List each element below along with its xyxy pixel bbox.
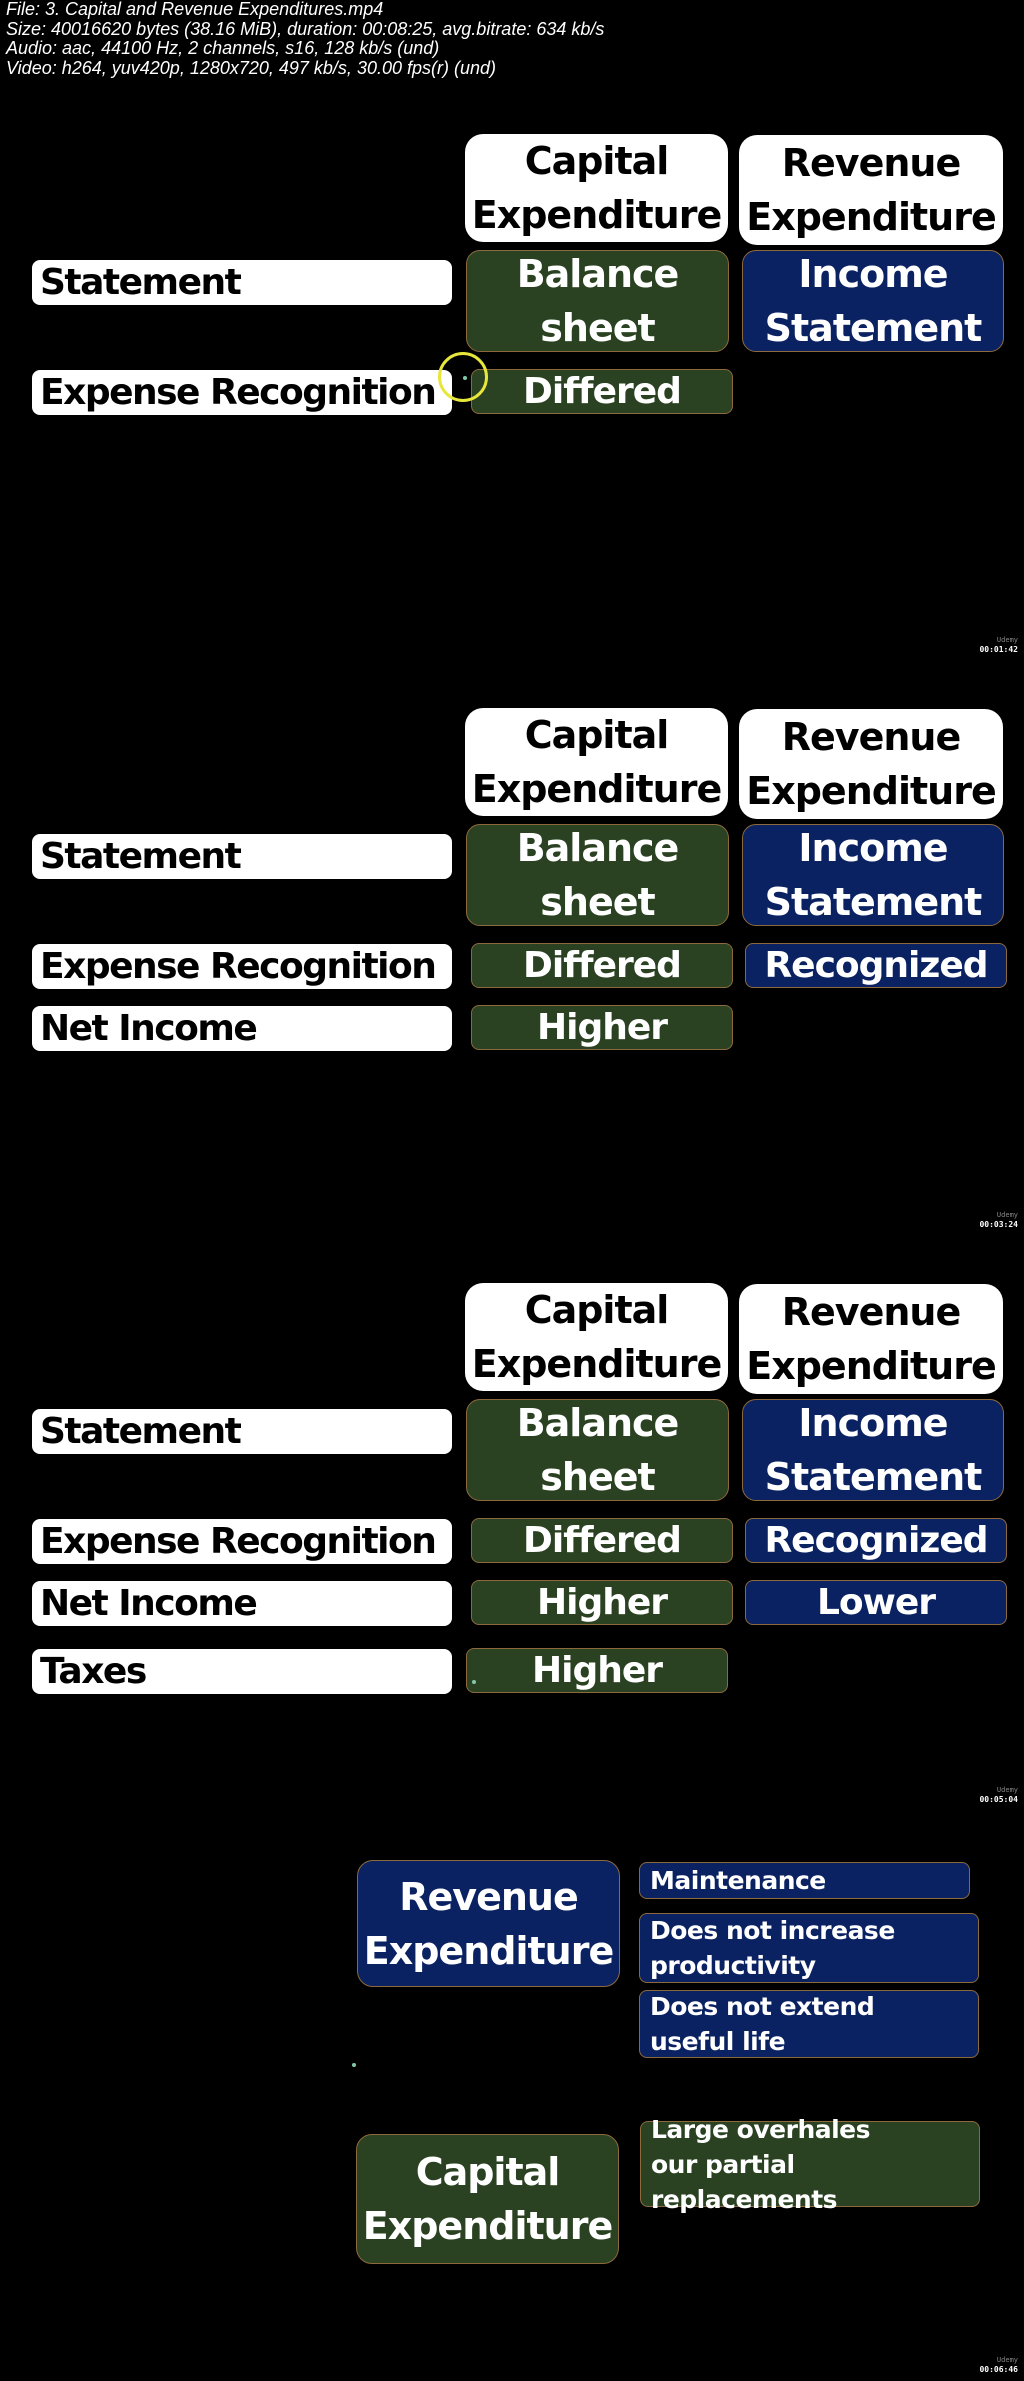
video-frame-1: Capital Expenditure Revenue Expenditure … xyxy=(0,0,1024,654)
capital-expenditure-header: Capital Expenditure xyxy=(465,1283,728,1391)
video-frame-4: Ordinary Repairs Revenue Expenditure Mai… xyxy=(0,1723,1024,2381)
row-label-statement: Statement xyxy=(32,1409,452,1454)
video-frame-2: Capital Expenditure Revenue Expenditure … xyxy=(0,574,1024,1229)
row-label-net-income: Net Income xyxy=(32,1006,452,1051)
cell-capital-taxes: Higher xyxy=(466,1648,728,1693)
cursor-dot-icon xyxy=(352,2063,356,2067)
cell-capital-statement: Balance sheet xyxy=(466,250,729,352)
cell-capital-net-income: Higher xyxy=(471,1580,733,1625)
ordinary-point-useful-life: Does not extend useful life xyxy=(639,1990,979,2058)
video-frame-3: Capital Expenditure Revenue Expenditure … xyxy=(0,1149,1024,1804)
cell-capital-net-income: Higher xyxy=(471,1005,733,1050)
ordinary-repairs-label: Ordinary Repairs xyxy=(38,1876,228,1979)
udemy-logo-icon: Udemy xyxy=(996,2356,1018,2364)
cursor-dot-icon xyxy=(463,376,467,380)
row-label-expense-recognition: Expense Recognition xyxy=(32,944,452,989)
cell-capital-expense-recognition: Differed xyxy=(471,1518,733,1563)
revenue-expenditure-header: Revenue Expenditure xyxy=(739,135,1003,245)
row-label-net-income: Net Income xyxy=(32,1581,452,1626)
cell-capital-expense-recognition: Differed xyxy=(471,369,733,414)
ordinary-repairs-type: Revenue Expenditure xyxy=(357,1860,620,1987)
cell-revenue-expense-recognition: Recognized xyxy=(745,1518,1007,1563)
cell-capital-expense-recognition: Differed xyxy=(471,943,733,988)
cell-revenue-net-income: Lower xyxy=(745,1580,1007,1625)
cell-revenue-statement: Income Statement xyxy=(742,1399,1004,1501)
cell-revenue-statement: Income Statement xyxy=(742,250,1004,352)
row-label-expense-recognition: Expense Recognition xyxy=(32,1519,452,1564)
betterments-label: Betterments & Extraordinary Repairs xyxy=(37,2083,335,2297)
betterments-point-overhauls: Large overhales our partial replacements xyxy=(640,2115,980,2214)
ordinary-point-productivity: Does not increase productivity xyxy=(639,1913,979,1983)
cell-revenue-statement: Income Statement xyxy=(742,824,1004,926)
betterments-type: Capital Expenditure xyxy=(356,2134,619,2264)
cell-revenue-expense-recognition: Recognized xyxy=(745,943,1007,988)
row-label-taxes: Taxes xyxy=(32,1649,452,1694)
cell-capital-statement: Balance sheet xyxy=(466,824,729,926)
revenue-expenditure-header: Revenue Expenditure xyxy=(739,1284,1003,1394)
timestamp: 00:06:46 xyxy=(979,2365,1018,2374)
timestamp-overlay: Udemy 00:06:46 xyxy=(970,2356,1018,2374)
row-label-expense-recognition: Expense Recognition xyxy=(32,370,452,415)
capital-expenditure-header: Capital Expenditure xyxy=(465,134,728,242)
cursor-dot-icon xyxy=(472,1680,476,1684)
row-label-statement: Statement xyxy=(32,260,452,305)
revenue-expenditure-header: Revenue Expenditure xyxy=(739,709,1003,819)
cell-capital-statement: Balance sheet xyxy=(466,1399,729,1501)
capital-expenditure-header: Capital Expenditure xyxy=(465,708,728,816)
ordinary-point-maintenance: Maintenance xyxy=(639,1862,970,1899)
row-label-statement: Statement xyxy=(32,834,452,879)
